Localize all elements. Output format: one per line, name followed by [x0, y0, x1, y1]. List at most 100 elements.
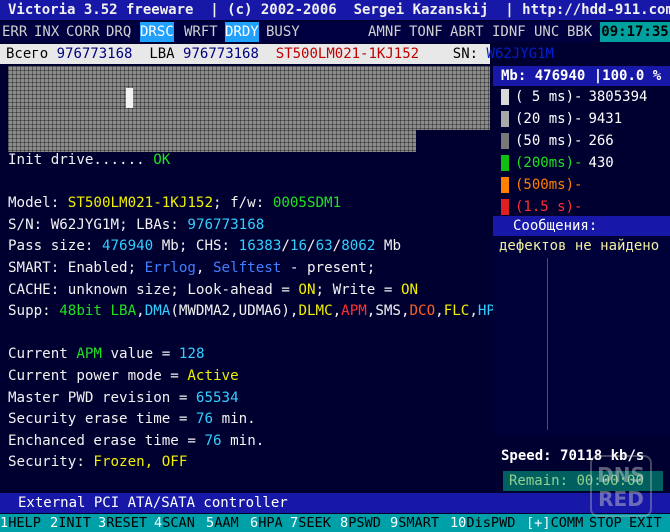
features-line: Supp: 48bit LBA,DMA(MWDMA2,UDMA6),DLMC,A… [8, 303, 504, 320]
latency-row: (1.5 s)- [501, 196, 588, 218]
latency-row: (20 ms)- 9431 [501, 108, 622, 130]
flag-drsc: DRSC [140, 22, 174, 42]
fkey-scan[interactable]: 4SCAN [154, 514, 195, 532]
feature-apm: APM [341, 303, 367, 320]
flag-idnf: IDNF [492, 24, 526, 40]
latency-label: (500ms)- [515, 177, 583, 193]
total-value: 976773168 [56, 46, 133, 62]
latency-count: 430 [588, 155, 614, 171]
flag-busy: BUSY [266, 24, 300, 40]
latency-swatch [501, 155, 509, 171]
ata-flags-bar: ERR INX CORR DRQ DRSC WRFT DRDY BUSY AMN… [0, 22, 670, 42]
latency-count: 9431 [588, 111, 623, 127]
fkey-reset[interactable]: 3RESET [98, 514, 147, 532]
drive-report: Init drive...... OK Model: ST500LM021-1K… [8, 150, 504, 474]
supported-features: 48bit LBA,DMA(MWDMA2,UDMA6),DLMC,APM,SMS… [59, 303, 504, 320]
latency-swatch [501, 177, 509, 193]
sn-value: W62JYG1M [486, 46, 554, 62]
init-line: Init drive...... OK [8, 152, 171, 168]
right-panel: Mb: 476940 |100.0 % ( 5 ms)- 3805394 (20 m… [493, 66, 670, 491]
title-bar: Victoria 3.52 freeware | (c) 2002-2006 S… [0, 0, 670, 20]
feature-dco: DCO [409, 303, 436, 320]
apm-line: Current APM value = 128 [8, 346, 205, 363]
latency-row: (200ms)- 430 [501, 152, 614, 174]
lbas: 976773168 [187, 216, 265, 233]
latency-swatch [501, 89, 509, 105]
latency-label: ( 5 ms)- [515, 89, 583, 105]
model-line: Model: ST500LM021-1KJ152; f/w: 0005SDM1 [8, 195, 342, 212]
flag-tonf: TONF [409, 24, 443, 40]
security-line: Security: Frozen, OFF [8, 454, 188, 471]
feature-sms: SMS [375, 303, 401, 320]
flag-amnf: AMNF [368, 24, 402, 40]
cache-line: CACHE: unknown size; Look-ahead = ON; Wr… [8, 281, 419, 298]
fkey-dispwd[interactable]: 10DisPWD [450, 514, 515, 532]
lba-label: LBA [149, 46, 175, 62]
sn-label: SN: [452, 46, 479, 62]
latency-label: (200ms)- [515, 155, 583, 171]
feature-48bit-lba: 48bit LBA [59, 303, 137, 320]
block-grid-row-2 [8, 86, 490, 108]
block-grid-row-4 [8, 130, 416, 152]
clock: 09:17:35 [600, 22, 670, 42]
flag-unc: UNC [534, 24, 560, 40]
block-grid-row-1 [8, 66, 490, 86]
lba-value: 976773168 [183, 46, 259, 62]
scan-block-map [0, 66, 490, 154]
power-line: Current power mode = Active [8, 367, 239, 384]
title-text: Victoria 3.52 freeware | (c) 2002-2006 S… [8, 2, 670, 18]
errlog-link: Errlog [144, 259, 196, 276]
selftest-link: Selftest [213, 259, 282, 276]
feature-dma: DMA [144, 303, 171, 320]
fkey-seek[interactable]: 7SEEK [290, 514, 331, 532]
flag-err: ERR [2, 24, 28, 40]
sec-erase-line: Security erase time = 76 min. [8, 411, 256, 428]
block-grid-row-3 [8, 108, 490, 130]
firmware: 0005SDM1 [272, 195, 342, 212]
flag-drdy: DRDY [225, 22, 259, 42]
fkey-aam[interactable]: 5AAM [206, 514, 239, 532]
latency-row: (500ms)- [501, 174, 588, 196]
flag-drq: DRQ [106, 24, 132, 40]
flag-abrt: ABRT [450, 24, 484, 40]
pass-line: Pass size: 476940 Mb; CHS: 16383/16/63/8… [8, 238, 402, 255]
capacity-bar: Mb: 476940 |100.0 % [493, 66, 670, 86]
status-bar: External PCI ATA/SATA controller [0, 493, 670, 513]
messages-area: дефектов не найдено [493, 236, 670, 436]
flag-inx: INX [34, 24, 60, 40]
serial: W62JYG1M [50, 216, 120, 233]
fkey-help[interactable]: 1HELP [0, 514, 41, 532]
messages-header: Сообщения: [493, 216, 670, 236]
smart-line: SMART: Enabled; Errlog, Selftest - prese… [8, 259, 376, 276]
latency-count: 266 [588, 133, 614, 149]
latency-label: (50 ms)- [515, 133, 583, 149]
latency-row: (50 ms)- 266 [501, 130, 614, 152]
function-keys-bar: 1HELP 2INIT 3RESET 4SCAN 5AAM 6HPA 7SEEK 8PSWD 9… [0, 514, 670, 532]
enh-erase-line: Enchanced erase time = 76 min. [8, 432, 265, 449]
feature-mwdma2-udma6: (MWDMA2,UDMA6) [170, 303, 290, 320]
graph-marker [547, 258, 548, 430]
flag-corr: CORR [66, 24, 100, 40]
watermark-logo: DNS RED [590, 455, 652, 517]
serial-line: S/N: W62JYG1M; LBAs: 976773168 [8, 216, 265, 233]
flag-bbk: BBK [567, 24, 593, 40]
scan-cursor [126, 88, 133, 108]
latency-swatch [501, 199, 509, 215]
drive-info-bar: Всего 976773168 LBA 976773168 ST500LM021… [0, 44, 554, 64]
init-status: OK [153, 152, 171, 168]
pwd-line: Master PWD revision = 65534 [8, 389, 239, 406]
fkey-hpa[interactable]: 6HPA [250, 514, 283, 532]
fkey-comm[interactable]: [+]COMM [526, 514, 583, 532]
latency-swatch [501, 111, 509, 127]
fkey-smart[interactable]: 9SMART [390, 514, 439, 532]
flag-wrft: WRFT [184, 24, 218, 40]
latency-label: (20 ms)- [515, 111, 583, 127]
message-text: дефектов не найдено [499, 238, 660, 254]
latency-count: 3805394 [588, 89, 648, 105]
feature-dlmc: DLMC [298, 303, 333, 320]
latency-swatch [501, 133, 509, 149]
model-value: ST500LM021-1KJ152 [275, 46, 420, 62]
total-label: Всего [6, 46, 49, 62]
fkey-init[interactable]: 2INIT [50, 514, 91, 532]
fkey-pswd[interactable]: 8PSWD [340, 514, 381, 532]
